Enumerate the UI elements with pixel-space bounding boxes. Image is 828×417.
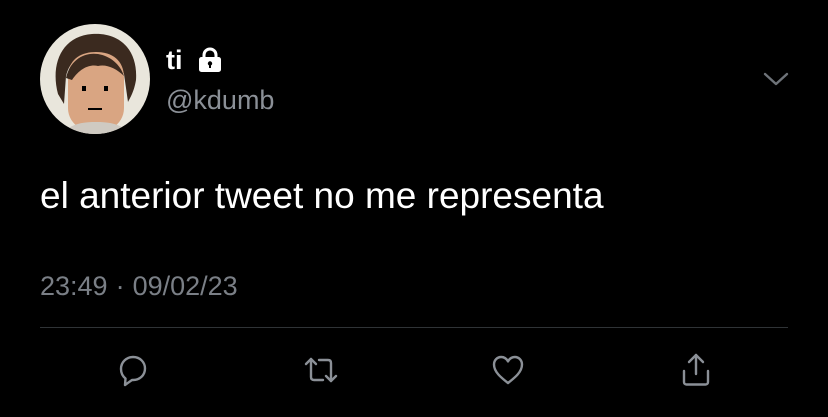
tweet-time: 23:49 [40, 271, 108, 301]
user-handle[interactable]: @kdumb [166, 84, 274, 116]
like-button[interactable] [488, 350, 528, 390]
retweet-button[interactable] [301, 350, 341, 390]
reply-icon [113, 350, 153, 390]
reply-button[interactable] [113, 350, 153, 390]
share-button[interactable] [676, 350, 716, 390]
tweet-text: el anterior tweet no me representa [40, 175, 604, 216]
share-icon [676, 350, 716, 390]
tweet-date: 09/02/23 [132, 271, 238, 301]
avatar[interactable] [40, 24, 150, 134]
tweet-timestamp[interactable]: 23:49 · 09/02/23 [40, 268, 238, 304]
display-name[interactable]: ti [166, 44, 183, 76]
timestamp-separator: · [115, 271, 125, 301]
lock-icon [195, 45, 225, 75]
divider [40, 327, 788, 328]
heart-icon [488, 350, 528, 390]
tweet-card: ti @kdumb el anterior tweet no me repres… [0, 0, 828, 417]
display-name-row: ti [166, 44, 225, 76]
retweet-icon [301, 350, 341, 390]
chevron-down-icon[interactable] [760, 64, 792, 92]
